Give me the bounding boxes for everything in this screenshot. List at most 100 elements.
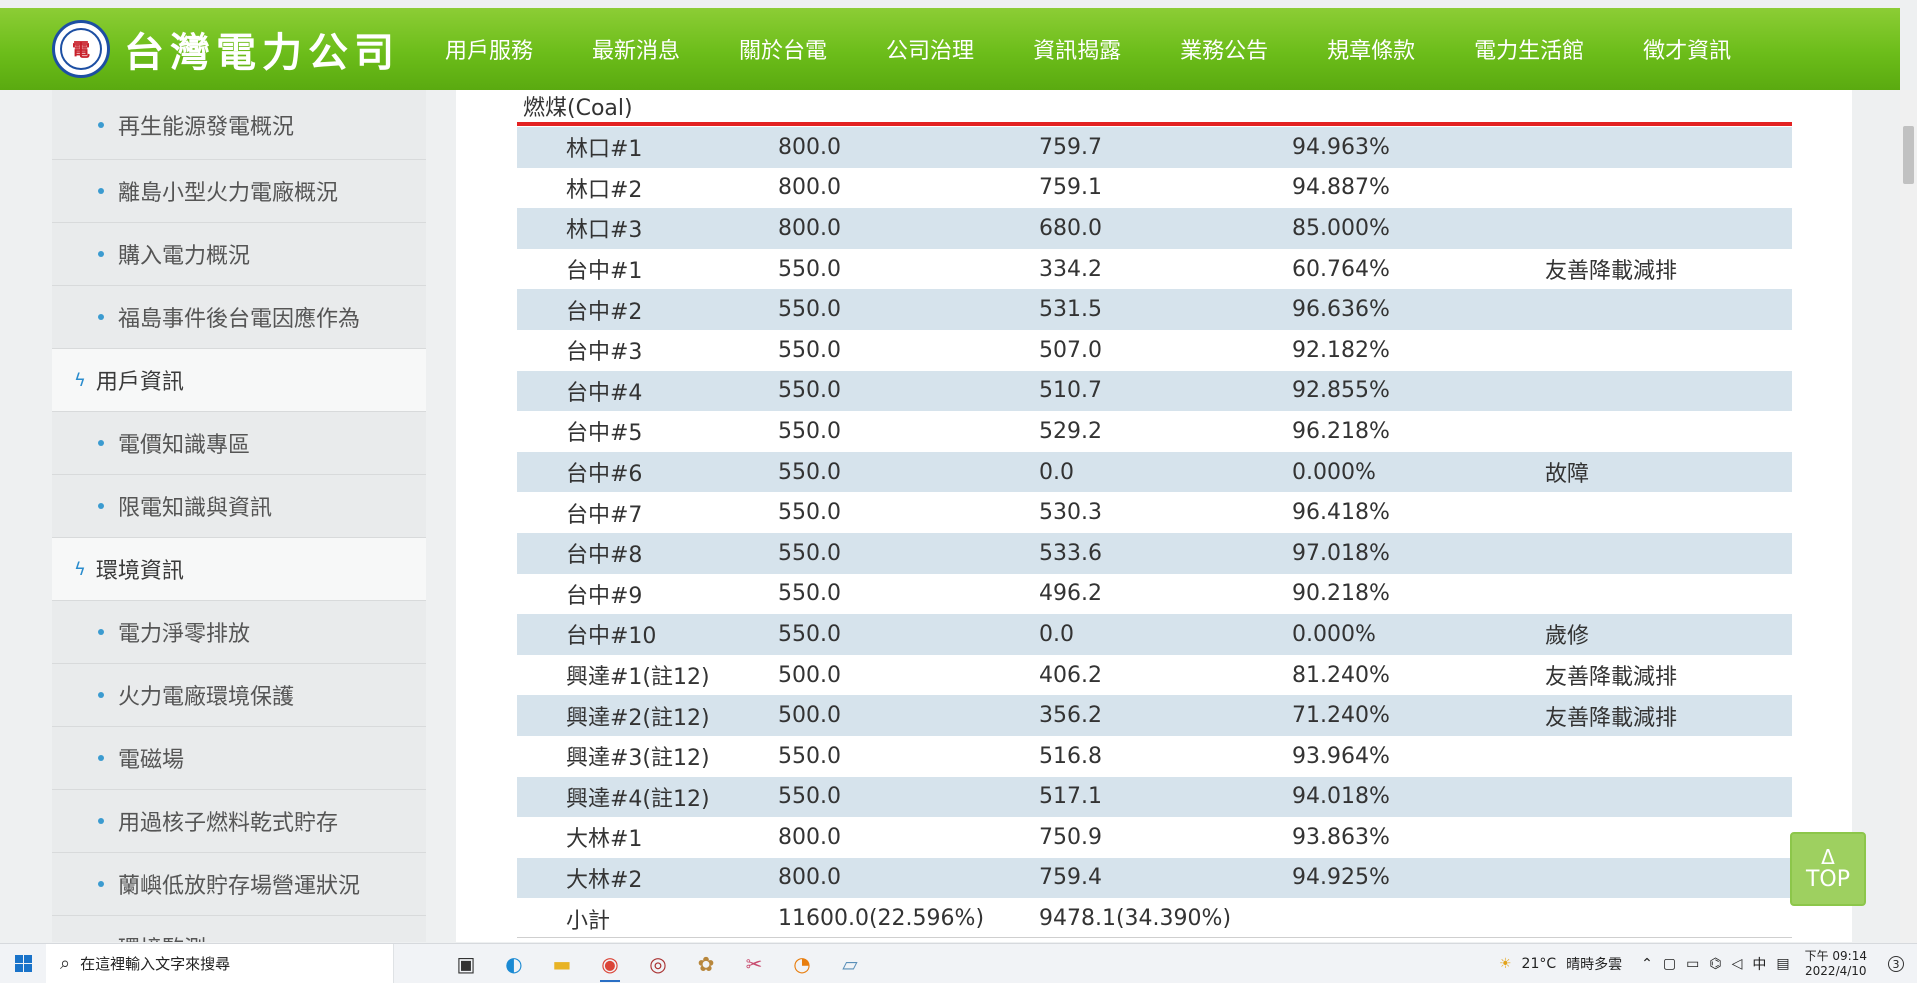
sidebar-item[interactable]: 電磁場 bbox=[52, 727, 426, 790]
table-row: 大林#1 800.0 750.9 93.863% bbox=[517, 817, 1792, 858]
sidebar-item-label: 電力淨零排放 bbox=[118, 622, 251, 647]
input-mode-icon[interactable]: ▤ bbox=[1776, 956, 1789, 972]
sidebar-item[interactable]: 火力電廠環境保護 bbox=[52, 664, 426, 727]
sidebar-category[interactable]: ϟ 用戶資訊 bbox=[52, 349, 426, 412]
section-title: 燃煤(Coal) bbox=[523, 96, 633, 121]
app-icon-1[interactable]: ◎ bbox=[634, 944, 682, 983]
notification-count: 3 bbox=[1888, 956, 1904, 972]
table-cell: 81.240% bbox=[1292, 662, 1390, 688]
nav-item-6[interactable]: 業務公告 bbox=[1155, 8, 1293, 90]
chevron-up-icon[interactable]: ⌃ bbox=[1641, 956, 1653, 972]
taskbar-search-placeholder: 在這裡輸入文字來搜尋 bbox=[80, 955, 231, 973]
network-icon[interactable]: ⌬ bbox=[1709, 956, 1721, 972]
table-cell: 507.0 bbox=[1039, 337, 1102, 363]
nav-item-8[interactable]: 電力生活館 bbox=[1449, 8, 1609, 90]
sidebar-item[interactable]: 電價知識專區 bbox=[52, 412, 426, 475]
bullet-icon bbox=[98, 188, 104, 194]
sidebar-category[interactable]: ϟ 環境資訊 bbox=[52, 538, 426, 601]
sidebar-item[interactable]: 限電知識與資訊 bbox=[52, 475, 426, 538]
bullet-icon bbox=[98, 121, 104, 128]
chrome-browser-icon[interactable]: ◉ bbox=[586, 944, 634, 983]
nav-item-1[interactable]: 用戶服務 bbox=[420, 8, 558, 90]
lightning-icon: ϟ bbox=[74, 558, 86, 580]
sidebar-item[interactable]: 蘭嶼低放貯存場營運狀況 bbox=[52, 853, 426, 916]
sidebar-item-label: 購入電力概況 bbox=[118, 244, 251, 269]
weather-text[interactable]: 晴時多雲 bbox=[1566, 954, 1622, 974]
sidebar-item[interactable]: 福島事件後台電因應作為 bbox=[52, 286, 426, 349]
nav-item-5[interactable]: 資訊揭露 bbox=[1008, 8, 1146, 104]
table-cell: 台中#4 bbox=[566, 380, 643, 406]
table-cell: 90.218% bbox=[1292, 581, 1390, 607]
weather-temp[interactable]: 21°C bbox=[1522, 956, 1557, 972]
table-cell: 大林#1 bbox=[566, 827, 643, 853]
notification-center-icon[interactable]: 3 bbox=[1881, 950, 1911, 978]
meet-now-icon[interactable]: ▢ bbox=[1663, 956, 1676, 972]
nav-item-9[interactable]: 徵才資訊 bbox=[1618, 8, 1756, 90]
start-button[interactable] bbox=[0, 944, 46, 983]
table-row: 興達#4(註12) 550.0 517.1 94.018% bbox=[517, 776, 1792, 818]
table-row: 台中#7 550.0 530.3 96.418% bbox=[517, 492, 1792, 533]
table-cell: 550.0 bbox=[778, 297, 841, 323]
sidebar-item[interactable]: 用過核子燃料乾式貯存 bbox=[52, 790, 426, 853]
table-cell: 93.863% bbox=[1292, 824, 1390, 850]
table-cell: 550.0 bbox=[778, 256, 841, 282]
taskbar-clock[interactable]: 下午 09:14 2022/4/10 bbox=[1805, 949, 1867, 979]
table-cell: 533.6 bbox=[1039, 540, 1102, 566]
table-cell: 台中#1 bbox=[566, 259, 643, 285]
sidebar-item[interactable]: 環境監測 bbox=[52, 916, 426, 942]
table-cell: 500.0 bbox=[778, 662, 841, 688]
app-icon-2[interactable]: ✿ bbox=[682, 944, 730, 983]
table-cell: 800.0 bbox=[778, 824, 841, 850]
bullet-icon bbox=[98, 503, 104, 509]
battery-icon[interactable]: ▭ bbox=[1686, 956, 1699, 972]
sidebar-item-label: 福島事件後台電因應作為 bbox=[118, 307, 361, 332]
taskbar-search[interactable]: ⌕ 在這裡輸入文字來搜尋 bbox=[46, 943, 394, 983]
table-cell: 0.000% bbox=[1292, 621, 1376, 647]
bullet-icon bbox=[98, 314, 104, 320]
weather-icon[interactable]: ☀ bbox=[1499, 956, 1512, 972]
back-to-top-button[interactable]: Δ TOP bbox=[1790, 832, 1866, 906]
table-cell: 550.0 bbox=[778, 784, 841, 810]
volume-icon[interactable]: ◁ bbox=[1732, 956, 1743, 972]
nav-item-7[interactable]: 規章條款 bbox=[1302, 8, 1440, 90]
file-explorer-icon[interactable]: ▬ bbox=[538, 944, 586, 983]
sidebar-item[interactable]: 再生能源發電概況 bbox=[52, 90, 426, 160]
table-cell: 歲修 bbox=[1545, 624, 1590, 650]
blender-icon[interactable]: ◔ bbox=[778, 944, 826, 983]
table-cell: 林口#2 bbox=[566, 177, 643, 203]
nav-item-4[interactable]: 公司治理 bbox=[861, 8, 999, 90]
scrollbar-thumb[interactable] bbox=[1903, 126, 1914, 184]
table-cell: 550.0 bbox=[778, 459, 841, 485]
table-cell: 台中#9 bbox=[566, 583, 643, 609]
table-cell: 96.218% bbox=[1292, 418, 1390, 444]
ime-indicator[interactable]: 中 bbox=[1752, 954, 1766, 974]
site-logo[interactable]: 電 台灣電力公司 bbox=[52, 18, 400, 80]
nav-item-2[interactable]: 最新消息 bbox=[567, 8, 705, 90]
app-icon-3[interactable]: ▱ bbox=[826, 944, 874, 983]
table-row: 台中#5 550.0 529.2 96.218% bbox=[517, 411, 1792, 452]
sidebar-item[interactable]: 購入電力概況 bbox=[52, 223, 426, 286]
table-cell: 496.2 bbox=[1039, 581, 1102, 607]
table-row: 小計 11600.0(22.596%) 9478.1(34.390%) bbox=[517, 898, 1792, 939]
table-cell: 550.0 bbox=[778, 337, 841, 363]
bullet-icon bbox=[98, 818, 104, 824]
page-scrollbar[interactable] bbox=[1900, 90, 1917, 943]
table-cell: 800.0 bbox=[778, 175, 841, 201]
search-icon: ⌕ bbox=[60, 953, 71, 974]
sidebar-item-label: 離島小型火力電廠概況 bbox=[118, 181, 339, 206]
sidebar-item[interactable]: 電力淨零排放 bbox=[52, 601, 426, 664]
table-row: 大林#2 800.0 759.4 94.925% bbox=[517, 857, 1792, 899]
bullet-icon bbox=[98, 755, 104, 761]
table-row: 台中#6 550.0 0.0 0.000% 故障 bbox=[517, 451, 1792, 493]
snipping-tool-icon[interactable]: ✂ bbox=[730, 944, 778, 983]
table-cell: 356.2 bbox=[1039, 703, 1102, 729]
table-cell: 750.9 bbox=[1039, 824, 1102, 850]
sidebar-item-label: 限電知識與資訊 bbox=[118, 496, 273, 521]
task-view-icon[interactable]: ▣ bbox=[442, 944, 490, 983]
table-cell: 94.925% bbox=[1292, 865, 1390, 891]
table-cell: 550.0 bbox=[778, 540, 841, 566]
table-cell: 0.000% bbox=[1292, 459, 1376, 485]
nav-item-3[interactable]: 關於台電 bbox=[714, 8, 852, 90]
edge-browser-icon[interactable]: ◐ bbox=[490, 944, 538, 983]
sidebar-item[interactable]: 離島小型火力電廠概況 bbox=[52, 160, 426, 223]
